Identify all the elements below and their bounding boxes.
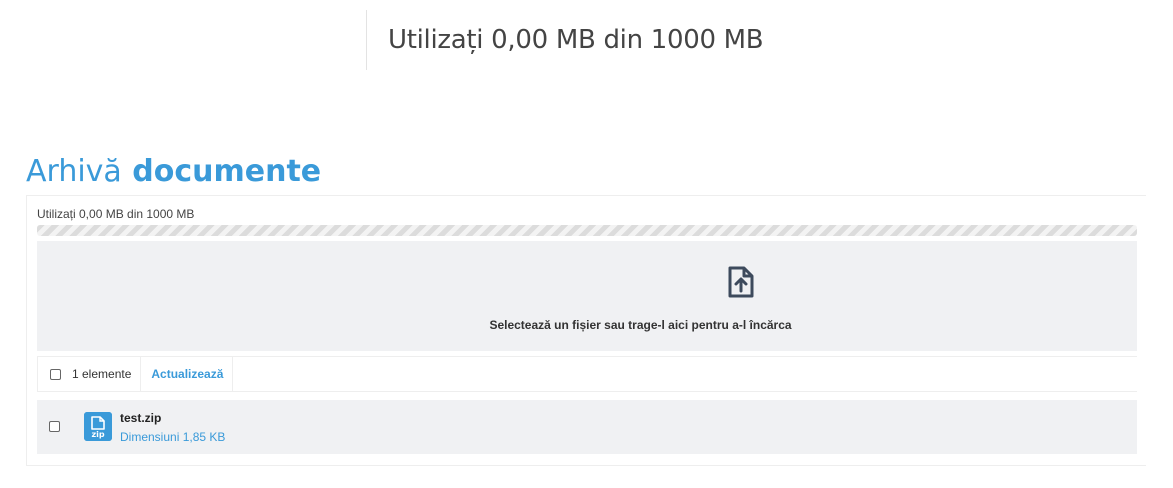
select-all-checkbox[interactable] (50, 368, 61, 380)
svg-text:zip: zip (91, 430, 104, 439)
storage-usage-header-text: Utilizați 0,00 MB din 1000 MB (388, 25, 764, 55)
file-row[interactable]: zip test.zip Dimensiuni 1,85 KB (37, 400, 1137, 454)
toolbar-divider (232, 356, 234, 392)
page-title-light: Arhivă (26, 154, 122, 189)
storage-usage-text: Utilizați 0,00 MB din 1000 MB (37, 207, 195, 221)
toolbar-divider (140, 356, 142, 392)
storage-progress-bar (37, 225, 1137, 236)
file-name[interactable]: test.zip (120, 411, 161, 425)
page-title: Arhivă documente (26, 154, 321, 189)
item-count: 1 elemente (72, 367, 132, 381)
file-upload-icon (728, 266, 754, 298)
page-title-bold: documente (132, 154, 322, 189)
refresh-button[interactable]: Actualizează (151, 367, 223, 381)
upload-dropzone[interactable]: Selectează un fișier sau trage-l aici pe… (37, 241, 1137, 351)
file-list-toolbar: 1 elemente Actualizează (37, 356, 1137, 392)
file-size: Dimensiuni 1,85 KB (120, 430, 226, 444)
file-checkbox[interactable] (49, 421, 60, 432)
upload-dropzone-text: Selectează un fișier sau trage-l aici pe… (489, 318, 792, 332)
storage-usage-header: Utilizați 0,00 MB din 1000 MB (366, 10, 764, 70)
document-archive-panel: Utilizați 0,00 MB din 1000 MB Selectează… (26, 195, 1146, 466)
zip-file-icon: zip (84, 412, 112, 441)
